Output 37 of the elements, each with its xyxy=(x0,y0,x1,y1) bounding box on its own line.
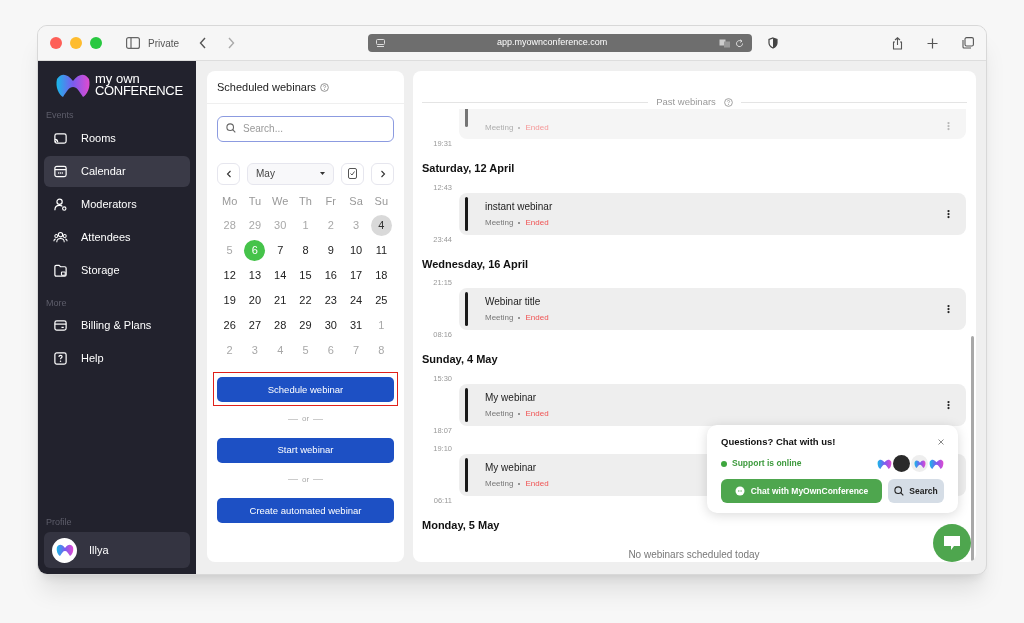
weekday-label: Th xyxy=(298,194,313,210)
day-heading: Saturday, 12 April xyxy=(422,161,515,177)
event-title: instant webinar xyxy=(485,199,553,214)
logo-text: my own xyxy=(95,73,141,85)
day-heading: Sunday, 4 May xyxy=(422,352,498,368)
weekday-label: Mo xyxy=(221,194,239,210)
event-type: Meeting xyxy=(485,312,514,325)
event-type: Meeting xyxy=(485,407,514,420)
weekday-label: Sa xyxy=(348,194,364,210)
event-type: Meeting xyxy=(485,477,514,490)
event-status: Ended xyxy=(525,407,549,420)
section-title: Past webinars xyxy=(656,95,716,109)
section-label: More xyxy=(45,296,68,310)
weekday-label: Su xyxy=(373,194,390,210)
support-status: Support is online xyxy=(732,457,802,471)
event-status: Ended xyxy=(525,477,549,490)
event-status: Ended xyxy=(525,216,549,229)
day-heading: Wednesday, 16 April xyxy=(422,256,529,272)
url-text: app.myownconference.com xyxy=(496,36,609,50)
separator-label: or xyxy=(301,473,310,486)
empty-message: No webinars scheduled today xyxy=(628,548,760,562)
chat-title: Questions? Chat with us! xyxy=(721,435,836,449)
event-title: My webinar xyxy=(485,460,537,475)
weekday-label: We xyxy=(271,194,290,210)
day-heading: Monday, 5 May xyxy=(422,517,500,533)
separator-label: or xyxy=(301,413,310,426)
logo-text: CONFERENCE xyxy=(95,85,183,97)
event-status: Ended xyxy=(525,312,549,325)
event-title: Webinar title xyxy=(485,295,541,310)
private-label: Private xyxy=(148,36,180,51)
event-title: My webinar xyxy=(485,390,537,405)
event-type: Meeting xyxy=(485,216,514,229)
panel-title: Scheduled webinars xyxy=(217,79,317,95)
event-status: Ended xyxy=(525,122,549,135)
event-type: Meeting xyxy=(485,122,514,135)
weekday-label: Fr xyxy=(324,194,337,210)
weekday-label: Tu xyxy=(247,194,263,210)
